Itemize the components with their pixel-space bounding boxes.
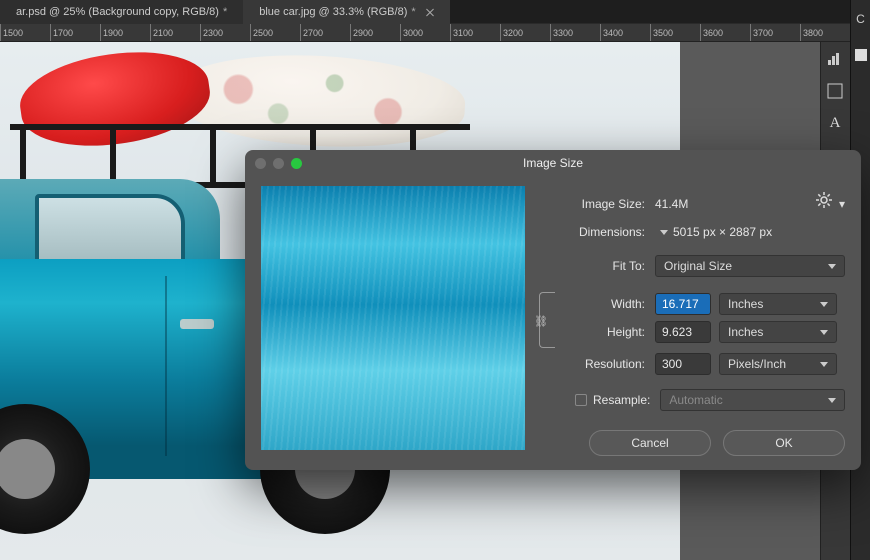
horizontal-ruler[interactable]: 1500 1700 1900 2100 2300 2500 2700 2900 … [0, 24, 870, 42]
dialog-form: Image Size: 41.4M Dimensions: 5015 px × … [539, 186, 845, 450]
ruler-mark: 3400 [600, 24, 650, 42]
chain-icon: ⛓ [534, 315, 548, 328]
image-size-value: 41.4M [655, 197, 688, 211]
cancel-button[interactable]: Cancel [589, 430, 711, 456]
close-light[interactable] [255, 158, 266, 169]
image-size-label: Image Size: [539, 197, 655, 211]
panel-swatch-icon[interactable] [852, 46, 870, 64]
ruler-mark: 2100 [150, 24, 200, 42]
resolution-unit-select[interactable]: Pixels/Inch [719, 353, 837, 375]
image-size-dialog: Image Size ▾ Image Size: 41.4M Dimension… [245, 150, 861, 470]
tab-active[interactable]: blue car.jpg @ 33.3% (RGB/8) * [243, 0, 449, 24]
close-icon[interactable] [426, 8, 434, 16]
ruler-mark: 1900 [100, 24, 150, 42]
ruler-mark: 1700 [50, 24, 100, 42]
constrain-link[interactable]: ⛓ [539, 292, 555, 348]
fit-to-select[interactable]: Original Size [655, 255, 845, 277]
unsaved-indicator: * [411, 6, 415, 18]
histogram-icon[interactable] [826, 50, 844, 68]
swatch-icon[interactable] [826, 82, 844, 100]
fit-to-value: Original Size [664, 259, 732, 273]
dimensions-value: 5015 px × 2887 px [673, 225, 772, 239]
height-input[interactable] [655, 321, 711, 343]
dimensions-unit-icon[interactable] [660, 230, 668, 235]
resolution-input[interactable] [655, 353, 711, 375]
height-unit-select[interactable]: Inches [719, 321, 837, 343]
ruler-mark: 2300 [200, 24, 250, 42]
fit-to-label: Fit To: [539, 259, 655, 273]
document-tabs: ar.psd @ 25% (Background copy, RGB/8) * … [0, 0, 870, 24]
ok-button[interactable]: OK [723, 430, 845, 456]
dimensions-label: Dimensions: [539, 225, 655, 239]
door-line [165, 276, 167, 456]
window-lights [255, 158, 302, 169]
dialog-titlebar[interactable]: Image Size [245, 150, 861, 176]
resolution-label: Resolution: [539, 357, 655, 371]
ruler-mark: 2900 [350, 24, 400, 42]
preview-thumbnail[interactable] [261, 186, 525, 450]
width-label: Width: [557, 297, 655, 311]
ruler-mark: 3500 [650, 24, 700, 42]
dialog-footer: Cancel OK [589, 430, 845, 456]
resample-select: Automatic [660, 389, 845, 411]
dialog-title: Image Size [245, 156, 861, 170]
character-icon[interactable]: A [826, 114, 844, 132]
ruler-mark: 3000 [400, 24, 450, 42]
ruler-mark: 3100 [450, 24, 500, 42]
ruler-mark: 3200 [500, 24, 550, 42]
width-input[interactable] [655, 293, 711, 315]
tab-label: ar.psd @ 25% (Background copy, RGB/8) [16, 6, 219, 18]
resample-checkbox[interactable] [575, 394, 587, 406]
ruler-mark: 1500 [0, 24, 50, 42]
zoom-light[interactable] [291, 158, 302, 169]
height-label: Height: [557, 325, 655, 339]
ruler-mark: 3300 [550, 24, 600, 42]
ruler-mark: 3600 [700, 24, 750, 42]
minimize-light[interactable] [273, 158, 284, 169]
unsaved-indicator: * [223, 6, 227, 18]
door-handle [180, 319, 214, 329]
gear-icon[interactable]: ▾ [816, 192, 845, 211]
ruler-mark: 3800 [800, 24, 850, 42]
color-panel-icon[interactable]: C [852, 10, 870, 28]
resample-label: Resample: [593, 393, 650, 407]
ruler-mark: 2700 [300, 24, 350, 42]
width-unit-select[interactable]: Inches [719, 293, 837, 315]
ruler-mark: 2500 [250, 24, 300, 42]
tab-label: blue car.jpg @ 33.3% (RGB/8) [259, 6, 407, 18]
tab-inactive[interactable]: ar.psd @ 25% (Background copy, RGB/8) * [0, 0, 243, 24]
ruler-mark: 3700 [750, 24, 800, 42]
